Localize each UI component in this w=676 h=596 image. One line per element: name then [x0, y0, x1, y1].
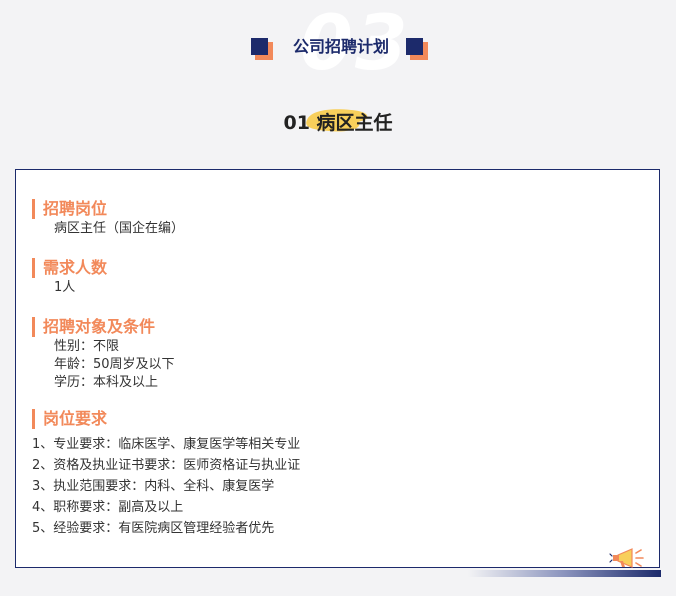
block-line: 1人: [54, 280, 76, 295]
block-heading: 招聘岗位: [43, 199, 108, 218]
heading-bar: [32, 317, 35, 337]
footer-gradient-bar: [468, 570, 661, 577]
list-item: 1、专业要求：临床医学、康复医学等相关专业: [32, 437, 301, 452]
decor-square-right: [406, 38, 428, 60]
job-detail-card: 招聘岗位 病区主任（国企在编） 需求人数 1人 招聘对象及条件 性别：不限 年龄…: [15, 169, 660, 568]
list-item: 3、执业范围要求：内科、全科、康复医学: [32, 479, 275, 494]
section-header: 03 公司招聘计划 01 病区主任: [0, 0, 676, 165]
position-title: 01 病区主任: [283, 112, 393, 134]
list-item: 5、经验要求：有医院病区管理经验者优先: [32, 521, 275, 536]
block-headcount: 需求人数 1人: [32, 257, 107, 297]
requirements-list: 1、专业要求：临床医学、康复医学等相关专业 2、资格及执业证书要求：医师资格证与…: [32, 434, 300, 539]
list-item: 4、职称要求：副高及以上: [32, 500, 184, 515]
block-requirements: 岗位要求 1、专业要求：临床医学、康复医学等相关专业 2、资格及执业证书要求：医…: [32, 408, 300, 539]
megaphone-icon: [609, 548, 644, 568]
block-line: 性别：不限: [54, 339, 120, 354]
block-conditions: 招聘对象及条件 性别：不限 年龄：50周岁及以下 学历：本科及以上: [32, 316, 175, 392]
block-heading: 岗位要求: [43, 409, 108, 428]
block-line: 病区主任（国企在编）: [54, 221, 185, 236]
block-heading: 需求人数: [43, 258, 108, 277]
block-line: 学历：本科及以上: [54, 375, 159, 390]
position-title-group: 01 病区主任: [238, 100, 438, 140]
block-line: 年龄：50周岁及以下: [54, 357, 175, 372]
heading-bar: [32, 258, 35, 278]
decor-square-left: [251, 38, 273, 60]
list-item: 2、资格及执业证书要求：医师资格证与执业证: [32, 458, 301, 473]
block-heading: 招聘对象及条件: [43, 317, 156, 336]
heading-bar: [32, 199, 35, 219]
heading-bar: [32, 409, 35, 429]
section-title: 公司招聘计划: [292, 37, 389, 56]
block-position: 招聘岗位 病区主任（国企在编）: [32, 198, 184, 238]
